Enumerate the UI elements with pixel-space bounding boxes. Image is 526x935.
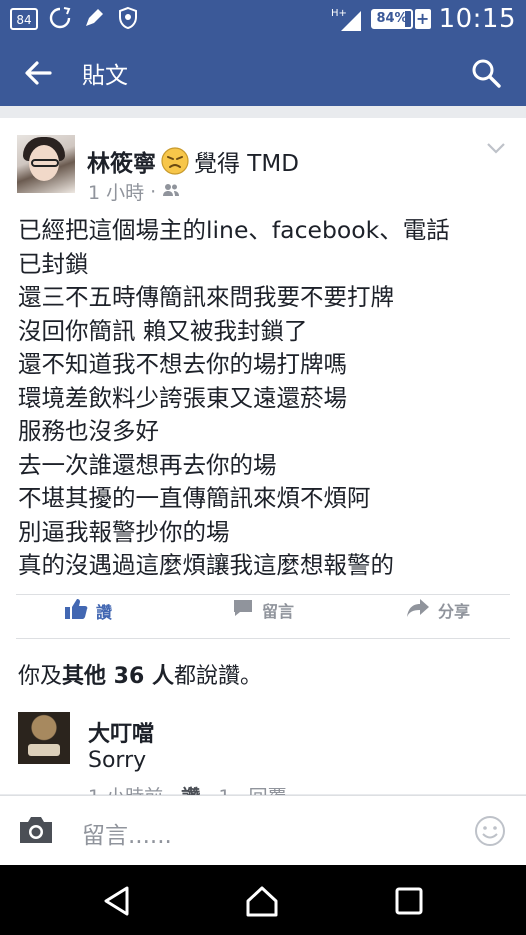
comment-button[interactable]: 留言 <box>232 598 294 622</box>
navigation-bar <box>0 865 526 935</box>
post-line: 去一次誰還想再去你的場 <box>18 450 277 479</box>
divider <box>16 594 510 595</box>
page-title: 貼文 <box>82 63 128 89</box>
post-meta: 1 小時 · <box>88 178 180 205</box>
like-button[interactable]: 讚 <box>64 598 112 624</box>
nav-recents-icon[interactable] <box>392 884 426 918</box>
svg-text:84: 84 <box>16 13 31 27</box>
post-line: 已經把這個場主的line、facebook、電話 <box>18 216 450 244</box>
divider <box>16 638 510 639</box>
likes-prefix: 你及 <box>18 664 63 689</box>
status-system: H+ 84% + 10:15 <box>329 4 516 34</box>
post-line: 別逼我報警抄你的場 <box>18 517 230 546</box>
post-line: 環境差飲料少誇張東又遠還菸場 <box>18 383 347 412</box>
post-line: 服務也沒多好 <box>18 417 159 445</box>
post-actions: 讚 留言 分享 <box>0 598 526 636</box>
share-button[interactable]: 分享 <box>406 598 470 622</box>
post-line: 不堪其擾的一直傳簡訊來煩不煩阿 <box>18 484 371 512</box>
likes-summary[interactable]: 你及其他 36 人都說讚。 <box>18 658 262 690</box>
comment-input[interactable]: 留言...... <box>82 816 172 850</box>
comment-icon <box>232 598 254 622</box>
post-line: 還三不五時傳簡訊來問我要不要打牌 <box>18 283 394 311</box>
signal-icon: H+ <box>329 5 363 33</box>
nav-home-icon[interactable] <box>245 884 279 918</box>
battery-percent: 84% <box>371 9 413 29</box>
post-time[interactable]: 1 小時 <box>88 178 144 205</box>
annoyed-face-icon <box>160 146 190 176</box>
post-card: 林筱寧 覺得 TMD 1 小時 · 已經把這個場主的line、facebook、… <box>0 118 526 808</box>
signal-label: H+ <box>331 8 347 19</box>
search-icon[interactable] <box>468 55 504 91</box>
comment-label: 留言 <box>262 602 295 621</box>
back-arrow-icon[interactable] <box>20 55 56 91</box>
app-bar: 貼文 <box>0 38 526 106</box>
commenter-avatar[interactable] <box>18 712 70 764</box>
comment-composer: 留言...... <box>0 795 526 865</box>
sync-icon <box>48 6 72 30</box>
thumbs-up-icon <box>64 598 88 624</box>
status-notifications: 84 <box>10 6 140 30</box>
post-header: 林筱寧 覺得 TMD <box>87 144 299 178</box>
share-arrow-icon <box>406 598 430 622</box>
comment-text: Sorry <box>88 748 147 773</box>
calendar-84-icon: 84 <box>10 6 38 30</box>
clock: 10:15 <box>438 4 516 34</box>
post-line: 真的沒遇過這麼煩讓我這麼想報警的 <box>18 551 394 579</box>
post-line: 還不知道我不想去你的場打牌嗎 <box>18 350 347 378</box>
share-label: 分享 <box>438 602 471 621</box>
like-label: 讚 <box>96 603 113 622</box>
smiley-icon[interactable] <box>474 815 506 847</box>
status-bar: 84 H+ 84% + 10:15 <box>0 0 526 38</box>
chevron-down-icon[interactable] <box>486 140 506 154</box>
camera-icon[interactable] <box>17 814 55 846</box>
feeling-text: 覺得 TMD <box>194 151 299 177</box>
post-line: 沒回你簡訊 賴又被我封鎖了 <box>18 316 308 345</box>
likes-suffix: 都說讚。 <box>173 664 262 689</box>
commenter-name[interactable]: 大叮噹 <box>88 716 154 748</box>
battery-icon: 84% + <box>371 9 431 29</box>
author-avatar[interactable] <box>17 135 75 193</box>
author-name[interactable]: 林筱寧 <box>87 144 156 178</box>
pencil-icon <box>82 6 106 30</box>
post-text: 已經把這個場主的line、facebook、電話 已封鎖 還三不五時傳簡訊來問我… <box>18 214 513 583</box>
likes-others: 其他 36 人 <box>62 664 174 689</box>
charging-icon: + <box>414 9 431 29</box>
nav-back-icon[interactable] <box>100 884 134 918</box>
friends-icon <box>162 181 180 203</box>
shield-icon <box>116 6 140 30</box>
post-line: 已封鎖 <box>18 249 89 278</box>
